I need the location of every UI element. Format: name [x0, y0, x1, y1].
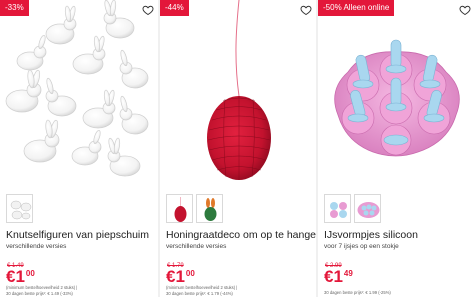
heart-icon[interactable]	[300, 4, 312, 16]
best-price-note: 30 dagen beste prijs¹: € 1.79 (-44%)	[166, 291, 233, 296]
foam-rabbits-illustration	[5, 0, 149, 177]
best-price-note: 30 dagen beste prijs¹: € 1.99 (-25%)	[324, 290, 391, 295]
variant-thumbnails	[324, 194, 381, 223]
product-subtitle: verschillende versies	[6, 243, 67, 250]
variant-thumbnail[interactable]	[196, 194, 223, 223]
product-subtitle: verschillende versies	[166, 243, 227, 250]
discount-badge: -50% Alleen online	[318, 0, 395, 16]
product-card-honeycomb-deco[interactable]: -44% Honingraatdeco om op te hangen vers…	[160, 0, 316, 297]
price-main: €1	[324, 267, 343, 286]
price-decimals: 00	[25, 269, 35, 278]
product-title[interactable]: Honingraatdeco om op te hangen	[166, 229, 316, 241]
red-egg-thumbnail-image	[174, 197, 187, 222]
variant-thumbnail[interactable]	[354, 194, 381, 223]
product-title[interactable]: IJsvormpjes silicoon	[324, 229, 473, 241]
bunny-thumbnail-image	[204, 198, 217, 221]
price-decimals: 00	[185, 269, 195, 278]
ice-mold-thumbnail-image	[330, 202, 347, 218]
price-main: €1	[166, 267, 185, 286]
silicone-ice-mold-illustration	[334, 39, 460, 157]
best-price-note: 30 dagen beste prijs¹: € 1.49 (-33%)	[6, 291, 73, 296]
discount-badge: -33%	[0, 0, 29, 16]
variant-thumbnail[interactable]	[324, 194, 351, 223]
product-image-honeycomb-deco[interactable]	[160, 0, 316, 188]
product-card-foam-rabbits[interactable]: -33% Knutselfiguren van piepschuim versc…	[0, 0, 158, 297]
minimum-order-note: (minimum bestelhoeveelheid 2 stuks) |	[166, 285, 238, 290]
heart-icon[interactable]	[142, 4, 154, 16]
foam-rabbit-thumbnail-image	[10, 200, 32, 220]
price-decimals: 49	[343, 269, 353, 278]
variant-thumbnails	[6, 194, 33, 223]
variant-thumbnail[interactable]	[166, 194, 193, 223]
minimum-order-note: (minimum bestelhoeveelheid 2 stuks) |	[6, 285, 78, 290]
price-main: €1	[6, 267, 25, 286]
product-grid: -33% Knutselfiguren van piepschuim versc…	[0, 0, 475, 297]
current-price: €149	[324, 267, 353, 287]
product-subtitle: voor 7 ijsjes op een stokje	[324, 243, 399, 250]
product-image-foam-rabbits[interactable]	[0, 0, 158, 188]
variant-thumbnails	[166, 194, 223, 223]
honeycomb-egg-illustration	[207, 0, 271, 180]
product-card-ice-molds[interactable]: -50% Alleen online IJsvormpjes silicoon …	[318, 0, 475, 297]
product-image-ice-molds[interactable]	[318, 0, 475, 188]
current-price: €100	[166, 267, 195, 287]
heart-icon[interactable]	[459, 4, 471, 16]
product-title[interactable]: Knutselfiguren van piepschuim	[6, 229, 156, 241]
variant-thumbnail[interactable]	[6, 194, 33, 223]
ice-mold-thumbnail-image	[357, 202, 380, 218]
current-price: €100	[6, 267, 35, 287]
discount-badge: -44%	[160, 0, 189, 16]
